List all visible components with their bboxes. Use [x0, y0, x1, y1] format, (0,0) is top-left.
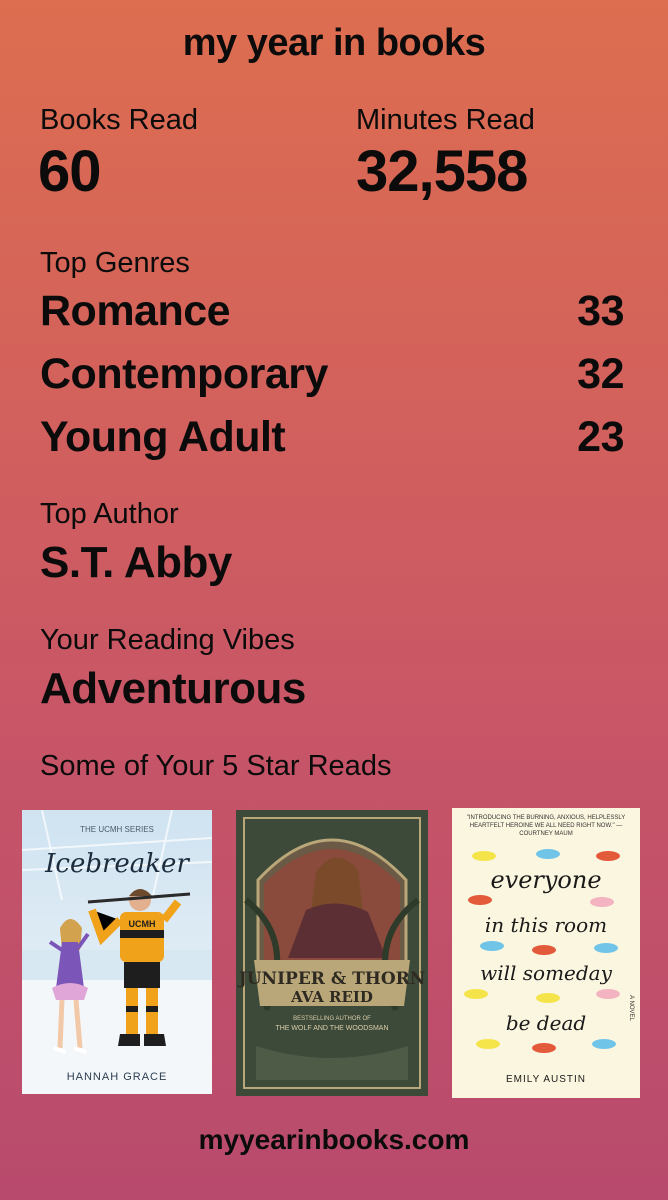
everyone-subtitle: A NOVEL: [628, 995, 634, 1021]
five-star-covers: THE UCMH SERIES Icebreaker UCMH HANNAH G…: [22, 808, 640, 1098]
genre-row: Contemporary 32: [40, 350, 624, 399]
genre-count: 23: [577, 413, 624, 461]
top-author-label: Top Author: [40, 498, 179, 530]
everyone-line-4: be dead: [506, 1011, 586, 1035]
genre-count: 33: [577, 287, 624, 335]
juniper-tagline-2: THE WOLF AND THE WOODSMAN: [275, 1025, 388, 1032]
everyone-illustration: "INTRODUCING THE BURNING, ANXIOUS, HELPL…: [452, 808, 640, 1098]
book-cover-icebreaker[interactable]: THE UCMH SERIES Icebreaker UCMH HANNAH G…: [22, 810, 212, 1094]
everyone-line-3: will someday: [480, 961, 612, 985]
top-author-value: S.T. Abby: [40, 538, 232, 587]
juniper-tagline: BESTSELLING AUTHOR OF: [293, 1016, 371, 1022]
books-read-label: Books Read: [40, 104, 198, 136]
page-title: my year in books: [182, 22, 486, 64]
genre-count: 32: [577, 350, 624, 398]
everyone-line-1: everyone: [490, 866, 601, 894]
juniper-author: AVA REID: [290, 988, 373, 1006]
footer-url[interactable]: myyearinbooks.com: [0, 1124, 668, 1156]
book-cover-everyone[interactable]: "INTRODUCING THE BURNING, ANXIOUS, HELPL…: [452, 808, 640, 1098]
five-star-label: Some of Your 5 Star Reads: [40, 750, 392, 782]
genre-row: Young Adult 23: [40, 413, 624, 462]
everyone-author: EMILY AUSTIN: [506, 1074, 586, 1085]
jersey-text: UCMH: [129, 919, 156, 929]
genre-name: Contemporary: [40, 350, 328, 398]
genre-name: Young Adult: [40, 413, 286, 461]
reading-vibes-value: Adventurous: [40, 664, 306, 713]
genre-name: Romance: [40, 287, 231, 335]
minutes-read-label: Minutes Read: [356, 104, 535, 136]
icebreaker-illustration: THE UCMH SERIES Icebreaker UCMH HANNAH G…: [22, 810, 212, 1094]
everyone-line-2: in this room: [485, 913, 607, 937]
juniper-title: JUNIPER & THORN: [237, 969, 426, 989]
reading-vibes-label: Your Reading Vibes: [40, 624, 295, 656]
minutes-read-value: 32,558: [356, 139, 528, 204]
everyone-blurb: "INTRODUCING THE BURNING, ANXIOUS, HELPL…: [466, 815, 626, 837]
books-read-value: 60: [38, 139, 102, 204]
book-cover-juniper-thorn[interactable]: JUNIPER & THORN AVA REID BESTSELLING AUT…: [236, 810, 428, 1096]
genre-row: Romance 33: [40, 287, 624, 336]
top-genres-label: Top Genres: [40, 247, 190, 279]
icebreaker-author: HANNAH GRACE: [67, 1071, 168, 1083]
icebreaker-title: Icebreaker: [44, 849, 190, 879]
juniper-thorn-illustration: JUNIPER & THORN AVA REID BESTSELLING AUT…: [236, 810, 428, 1096]
icebreaker-series: THE UCMH SERIES: [80, 825, 154, 834]
